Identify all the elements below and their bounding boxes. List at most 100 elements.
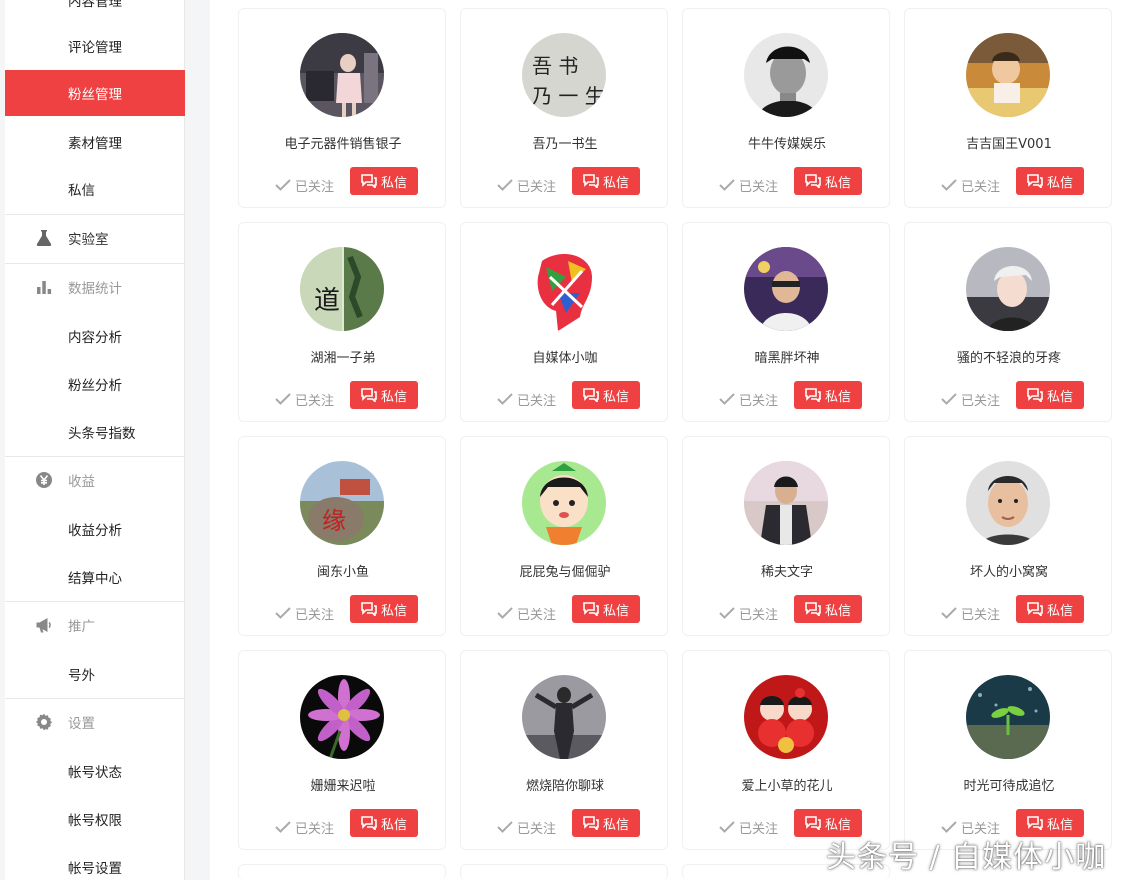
fan-name[interactable]: 吾乃一书生 <box>461 133 669 152</box>
message-button[interactable]: 私信 <box>572 167 640 195</box>
message-label: 私信 <box>602 175 629 191</box>
sidebar-item-comments[interactable]: 评论管理 <box>5 23 185 69</box>
chat-icon <box>583 816 599 830</box>
followed-status[interactable]: 已关注 <box>719 385 778 413</box>
avatar[interactable] <box>522 461 606 545</box>
followed-status[interactable]: 已关注 <box>941 385 1000 413</box>
fan-name[interactable]: 电子元器件销售银子 <box>239 133 447 152</box>
chat-icon <box>583 174 599 188</box>
fan-card: 坏人的小窝窝 已关注 私信 <box>904 436 1112 636</box>
message-button[interactable]: 私信 <box>350 167 418 195</box>
sidebar-item-promotion[interactable]: 推广 <box>5 602 185 648</box>
fan-name[interactable]: 时光可待成追忆 <box>905 775 1113 794</box>
sidebar-item-content-manage[interactable]: 内容管理 <box>68 0 122 10</box>
avatar[interactable] <box>744 247 828 331</box>
chat-icon <box>361 602 377 616</box>
sidebar-item-account-status[interactable]: 帐号状态 <box>5 748 185 794</box>
fan-name[interactable]: 闽东小鱼 <box>239 561 447 580</box>
sidebar-item-settlement[interactable]: 结算中心 <box>5 554 185 600</box>
followed-status[interactable]: 已关注 <box>497 599 556 627</box>
message-button[interactable]: 私信 <box>1016 381 1084 409</box>
avatar[interactable] <box>966 247 1050 331</box>
fan-name[interactable]: 湖湘一子弟 <box>239 347 447 366</box>
avatar[interactable] <box>966 461 1050 545</box>
avatar[interactable] <box>966 33 1050 117</box>
fan-name[interactable]: 坏人的小窝窝 <box>905 561 1113 580</box>
followed-status[interactable]: 已关注 <box>497 385 556 413</box>
message-label: 私信 <box>380 603 407 619</box>
followed-label: 已关注 <box>517 179 557 195</box>
chat-icon <box>361 174 377 188</box>
fan-name[interactable]: 暗黑胖坏神 <box>683 347 891 366</box>
followed-status[interactable]: 已关注 <box>941 599 1000 627</box>
sidebar-item-lab[interactable]: 实验室 <box>5 215 185 261</box>
fan-name[interactable]: 姗姗来迟啦 <box>239 775 447 794</box>
followed-label: 已关注 <box>739 179 779 195</box>
sidebar-item-account-permissions[interactable]: 帐号权限 <box>5 796 185 842</box>
avatar[interactable] <box>300 33 384 117</box>
fan-name[interactable]: 吉吉国王V001 <box>905 133 1113 152</box>
sidebar-item-content-analysis[interactable]: 内容分析 <box>5 313 185 359</box>
avatar[interactable]: 道 <box>300 247 384 331</box>
fan-name[interactable]: 自媒体小咖 <box>461 347 669 366</box>
message-button[interactable]: 私信 <box>794 595 862 623</box>
message-button[interactable]: 私信 <box>350 595 418 623</box>
sidebar-item-index[interactable]: 头条号指数 <box>5 409 185 455</box>
followed-status[interactable]: 已关注 <box>275 385 334 413</box>
message-button[interactable]: 私信 <box>572 595 640 623</box>
sidebar-item-label: 号外 <box>68 668 95 684</box>
fan-name[interactable]: 燃烧陪你聊球 <box>461 775 669 794</box>
sidebar-item-extra[interactable]: 号外 <box>5 651 185 697</box>
sidebar-item-materials[interactable]: 素材管理 <box>5 119 185 165</box>
sidebar-item-fans-analysis[interactable]: 粉丝分析 <box>5 361 185 407</box>
sidebar-item-account-settings[interactable]: 帐号设置 <box>5 844 185 880</box>
followed-status[interactable]: 已关注 <box>275 171 334 199</box>
message-button[interactable]: 私信 <box>794 167 862 195</box>
followed-status[interactable]: 已关注 <box>719 171 778 199</box>
fan-name[interactable]: 稀夫文字 <box>683 561 891 580</box>
fan-card: 暗黑胖坏神 已关注 私信 <box>682 222 890 422</box>
avatar[interactable]: 吾 书乃 一 生 <box>522 33 606 117</box>
fan-name[interactable]: 爱上小草的花儿 <box>683 775 891 794</box>
followed-status[interactable]: 已关注 <box>497 813 556 841</box>
followed-status[interactable]: 已关注 <box>275 599 334 627</box>
fan-card: 道 湖湘一子弟 已关注 私信 <box>238 222 446 422</box>
sidebar-item-messages[interactable]: 私信 <box>5 166 185 212</box>
sidebar-item-revenue-analysis[interactable]: 收益分析 <box>5 506 185 552</box>
fan-name[interactable]: 屁屁兔与倔倔驴 <box>461 561 669 580</box>
message-button[interactable]: 私信 <box>350 809 418 837</box>
avatar[interactable] <box>744 675 828 759</box>
message-button[interactable]: 私信 <box>572 381 640 409</box>
fan-name[interactable]: 骚的不轻浪的牙疼 <box>905 347 1113 366</box>
avatar[interactable] <box>522 247 606 331</box>
followed-status[interactable]: 已关注 <box>941 171 1000 199</box>
avatar[interactable] <box>744 461 828 545</box>
message-label: 私信 <box>824 175 851 191</box>
sidebar-item-fans[interactable]: 粉丝管理 <box>5 70 185 116</box>
sidebar-item-label: 素材管理 <box>68 136 122 152</box>
message-button[interactable]: 私信 <box>1016 595 1084 623</box>
message-label: 私信 <box>380 389 407 405</box>
fan-name[interactable]: 牛牛传媒娱乐 <box>683 133 891 152</box>
avatar[interactable] <box>744 33 828 117</box>
followed-status[interactable]: 已关注 <box>497 171 556 199</box>
followed-status[interactable]: 已关注 <box>719 813 778 841</box>
message-button[interactable]: 私信 <box>1016 167 1084 195</box>
message-button[interactable]: 私信 <box>794 381 862 409</box>
followed-label: 已关注 <box>961 393 1001 409</box>
message-button[interactable]: 私信 <box>572 809 640 837</box>
avatar[interactable] <box>300 675 384 759</box>
followed-status[interactable]: 已关注 <box>719 599 778 627</box>
sidebar-item-settings[interactable]: 设置 <box>5 699 185 745</box>
bar-chart-icon <box>35 278 53 296</box>
avatar[interactable]: 缘 <box>300 461 384 545</box>
avatar[interactable] <box>966 675 1050 759</box>
sidebar-item-revenue[interactable]: 收益 <box>5 457 185 503</box>
avatar[interactable] <box>522 675 606 759</box>
message-button[interactable]: 私信 <box>350 381 418 409</box>
message-label: 私信 <box>380 817 407 833</box>
followed-status[interactable]: 已关注 <box>275 813 334 841</box>
sidebar-item-statistics[interactable]: 数据统计 <box>5 264 185 310</box>
chat-icon <box>1027 816 1043 830</box>
chat-icon <box>805 602 821 616</box>
